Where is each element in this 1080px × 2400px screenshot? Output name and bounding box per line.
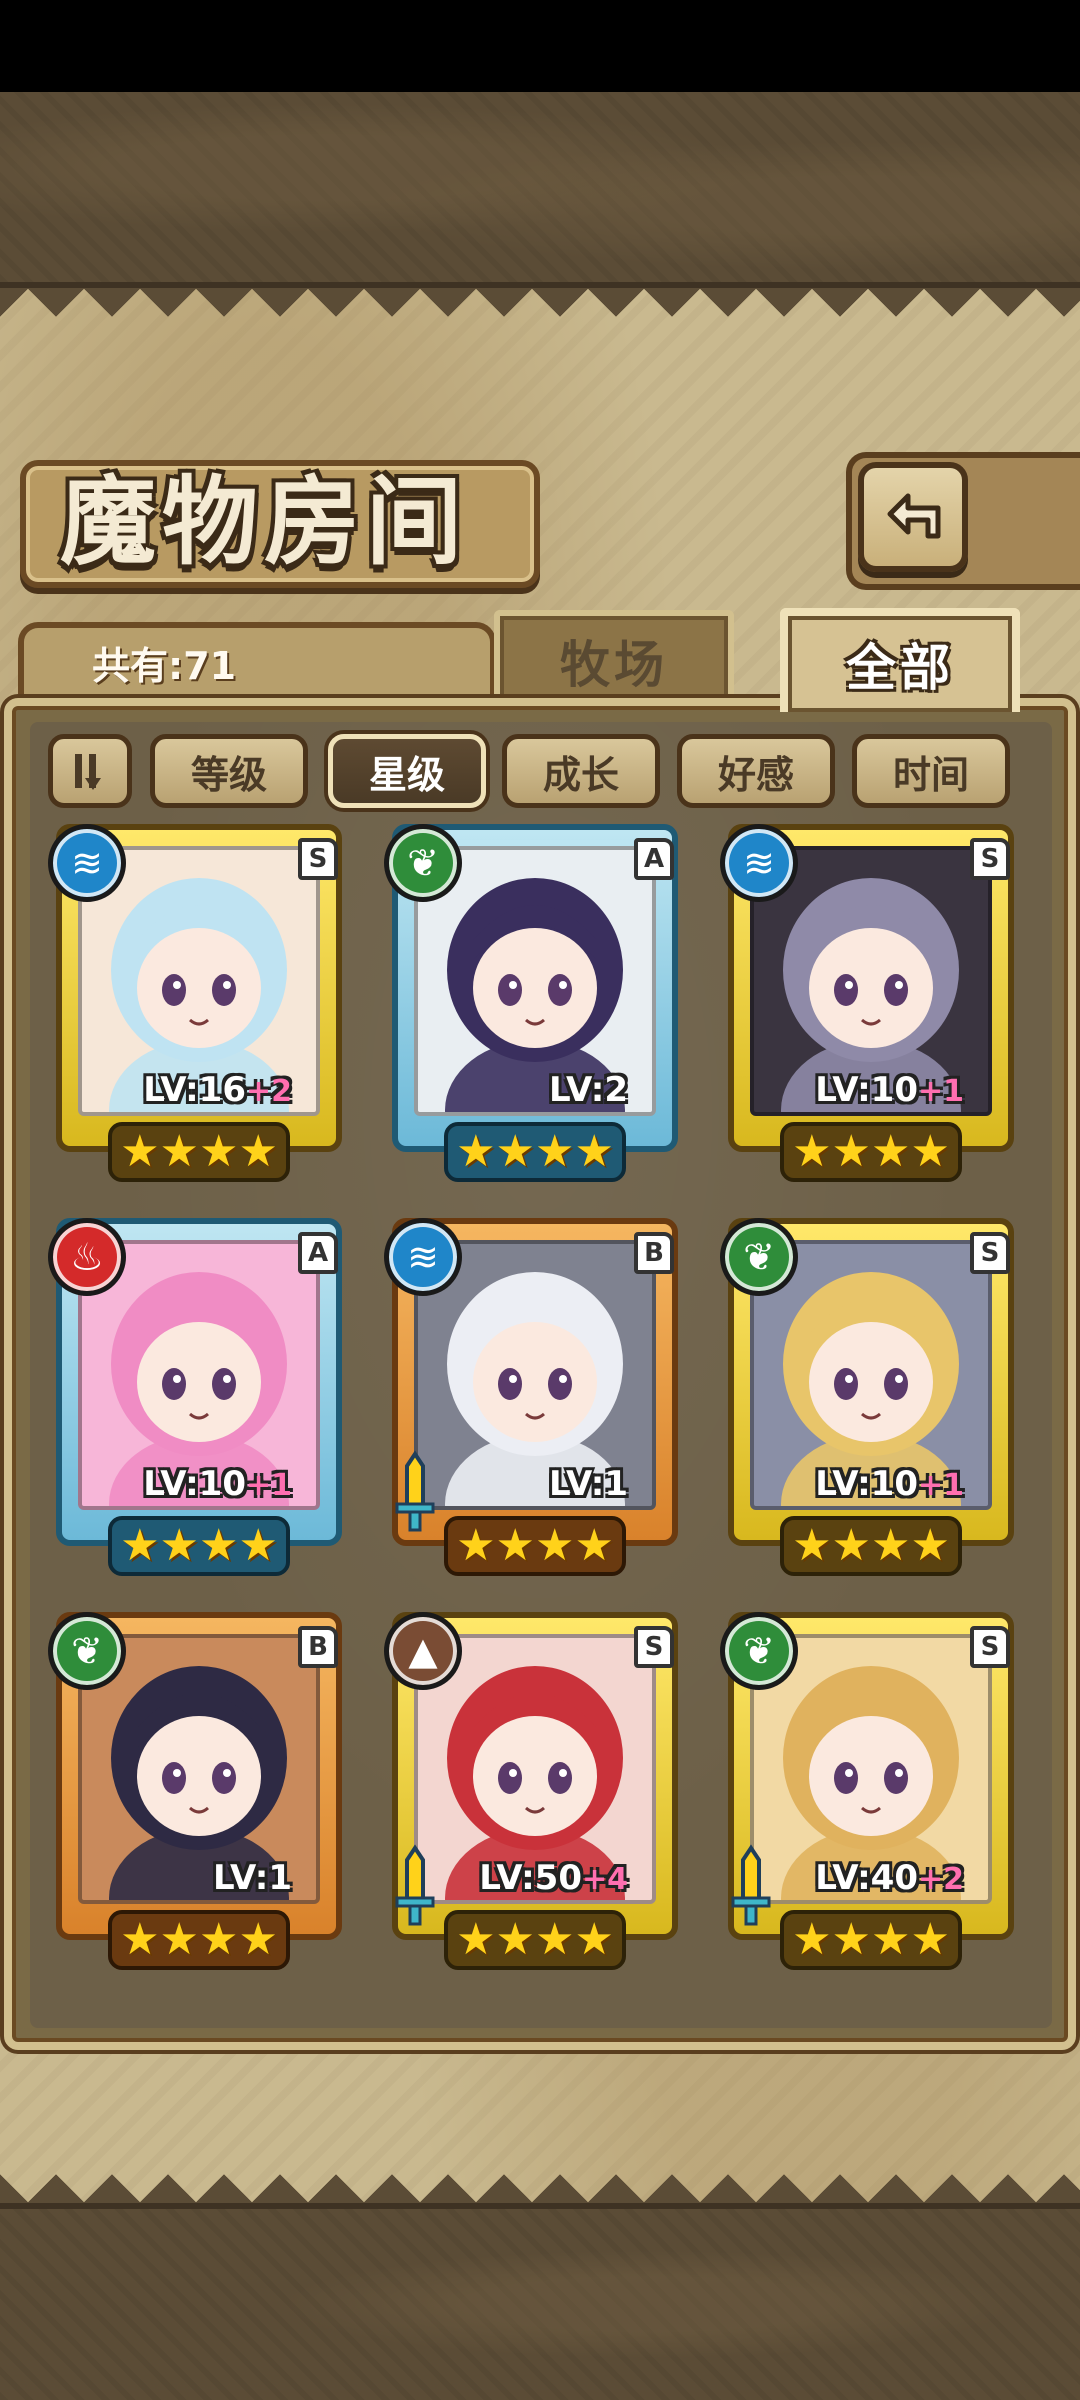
grade-badge: S (634, 1626, 674, 1668)
back-arrow-icon (887, 493, 941, 539)
monster-count: 共有:71 (92, 644, 237, 688)
star-rating: ★★★★ (780, 1122, 962, 1182)
level-text: LV:1 (212, 1858, 292, 1898)
sort-affection-button[interactable]: 好感 (677, 734, 835, 808)
page-title: 魔物房间 (60, 465, 468, 578)
grade-badge: S (970, 1232, 1010, 1274)
monster-card[interactable]: S ≋ LV:10+1 ★★★★ (720, 824, 1022, 1194)
level-text: LV:10 (815, 1070, 918, 1110)
sort-time-button[interactable]: 时间 (852, 734, 1010, 808)
star-rating: ★★★★ (444, 1910, 626, 1970)
level-bonus: +1 (917, 1074, 964, 1109)
star-rating: ★★★★ (444, 1516, 626, 1576)
level-text: LV:2 (548, 1070, 628, 1110)
wood-element-icon: ❦ (384, 824, 462, 902)
map-background-bottom (0, 2203, 1080, 2400)
sword-icon (390, 1842, 440, 1932)
level-bonus: +4 (581, 1862, 628, 1897)
grade-badge: A (298, 1232, 338, 1274)
monster-card[interactable]: S ❦ LV:40+2 ★★★★ (720, 1612, 1022, 1982)
wood-element-icon: ❦ (48, 1612, 126, 1690)
monster-card[interactable]: A ♨ LV:10+1 ★★★★ (48, 1218, 350, 1588)
back-button[interactable] (858, 462, 968, 572)
level-bonus: +1 (245, 1468, 292, 1503)
monster-level: LV:50+4 (414, 1856, 656, 1902)
map-background-top (0, 92, 1080, 288)
level-text: LV:16 (143, 1070, 246, 1110)
monster-card[interactable]: S ❦ LV:10+1 ★★★★ (720, 1218, 1022, 1588)
water-element-icon: ≋ (384, 1218, 462, 1296)
fire-element-icon: ♨ (48, 1218, 126, 1296)
grade-badge: S (298, 838, 338, 880)
grade-badge: B (298, 1626, 338, 1668)
level-text: LV:10 (815, 1464, 918, 1504)
monster-card[interactable]: B ≋ LV:1 ★★★★ (384, 1218, 686, 1588)
star-rating: ★★★★ (108, 1910, 290, 1970)
zigzag-border-top (0, 288, 1080, 348)
star-rating: ★★★★ (780, 1910, 962, 1970)
grade-badge: S (970, 1626, 1010, 1668)
sword-icon (726, 1842, 776, 1932)
wood-element-icon: ❦ (720, 1218, 798, 1296)
monster-level: LV:1 (414, 1462, 656, 1508)
grade-badge: S (970, 838, 1010, 880)
monster-card[interactable]: S ▲ LV:50+4 ★★★★ (384, 1612, 686, 1982)
star-rating: ★★★★ (108, 1122, 290, 1182)
water-element-icon: ≋ (48, 824, 126, 902)
star-rating: ★★★★ (108, 1516, 290, 1576)
sword-icon (390, 1448, 440, 1538)
monster-level: LV:2 (414, 1068, 656, 1114)
sort-growth-button[interactable]: 成长 (502, 734, 660, 808)
level-text: LV:10 (143, 1464, 246, 1504)
grade-badge: A (634, 838, 674, 880)
monster-level: LV:1 (78, 1856, 320, 1902)
zigzag-border-bottom (0, 2113, 1080, 2203)
monster-level: LV:16+2 (78, 1068, 320, 1114)
sort-stars-button[interactable]: 星级 (328, 734, 486, 808)
sort-order-toggle[interactable] (48, 734, 132, 808)
grade-badge: B (634, 1232, 674, 1274)
tab-all[interactable]: 全部 (780, 608, 1020, 712)
earth-element-icon: ▲ (384, 1612, 462, 1690)
sort-order-icon (75, 754, 101, 790)
tab-pasture[interactable]: 牧场 (494, 610, 734, 706)
level-bonus: +1 (917, 1468, 964, 1503)
monster-level: LV:10+1 (750, 1068, 992, 1114)
monster-level: LV:10+1 (750, 1462, 992, 1508)
level-bonus: +2 (245, 1074, 292, 1109)
level-text: LV:50 (479, 1858, 582, 1898)
status-bar (0, 0, 1080, 92)
water-element-icon: ≋ (720, 824, 798, 902)
monster-level: LV:40+2 (750, 1856, 992, 1902)
tab-pasture-label: 牧场 (560, 635, 668, 694)
star-rating: ★★★★ (780, 1516, 962, 1576)
wood-element-icon: ❦ (720, 1612, 798, 1690)
sort-level-button[interactable]: 等级 (150, 734, 308, 808)
level-text: LV:1 (548, 1464, 628, 1504)
tab-all-label: 全部 (846, 638, 954, 697)
monster-card[interactable]: S ≋ LV:16+2 ★★★★ (48, 824, 350, 1194)
monster-card[interactable]: B ❦ LV:1 ★★★★ (48, 1612, 350, 1982)
monster-card[interactable]: A ❦ LV:2 ★★★★ (384, 824, 686, 1194)
star-rating: ★★★★ (444, 1122, 626, 1182)
monster-level: LV:10+1 (78, 1462, 320, 1508)
level-text: LV:40 (815, 1858, 918, 1898)
level-bonus: +2 (917, 1862, 964, 1897)
